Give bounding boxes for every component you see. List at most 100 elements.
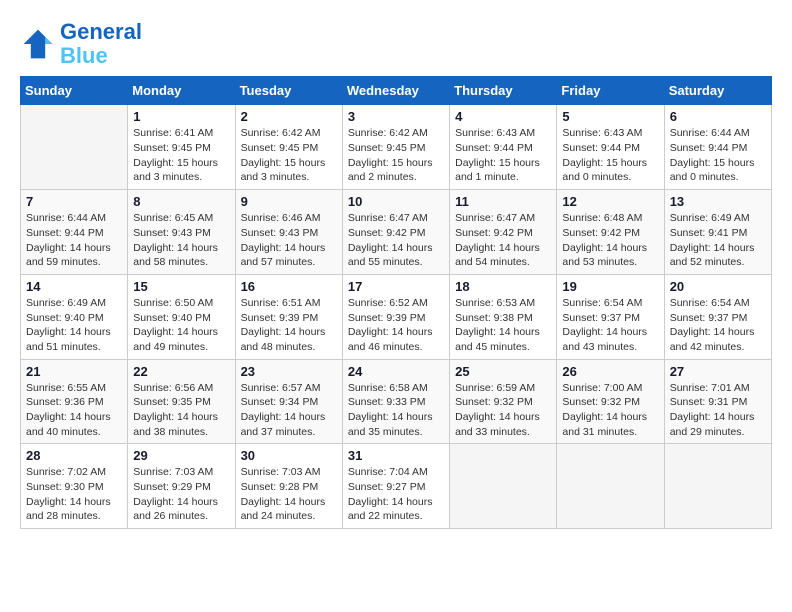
calendar-cell: 17 Sunrise: 6:52 AMSunset: 9:39 PMDayligh… — [342, 274, 449, 359]
day-number: 1 — [133, 109, 229, 124]
cell-info: Sunrise: 6:49 AMSunset: 9:41 PMDaylight:… — [670, 211, 766, 270]
cell-info: Sunrise: 7:04 AMSunset: 9:27 PMDaylight:… — [348, 465, 444, 524]
cell-info: Sunrise: 6:50 AMSunset: 9:40 PMDaylight:… — [133, 296, 229, 355]
cell-info: Sunrise: 6:43 AMSunset: 9:44 PMDaylight:… — [562, 126, 658, 185]
calendar-cell: 9Sunrise: 6:46 AMSunset: 9:43 PMDaylight… — [235, 190, 342, 275]
cell-info: Sunrise: 6:44 AMSunset: 9:44 PMDaylight:… — [26, 211, 122, 270]
calendar-cell: 21Sunrise: 6:55 AMSunset: 9:36 PMDayligh… — [21, 359, 128, 444]
page-header: General Blue — [20, 20, 772, 68]
cell-info: Sunrise: 6:56 AMSunset: 9:35 PMDaylight:… — [133, 381, 229, 440]
day-number: 3 — [348, 109, 444, 124]
calendar-cell: 24 Sunrise: 6:58 AMSunset: 9:33 PMDayligh… — [342, 359, 449, 444]
cell-info: Sunrise: 6:51 AMSunset: 9:39 PMDaylight:… — [241, 296, 337, 355]
cell-info: Sunrise: 6:49 AMSunset: 9:40 PMDaylight:… — [26, 296, 122, 355]
cell-info: Sunrise: 6:57 AMSunset: 9:34 PMDaylight:… — [241, 381, 337, 440]
column-header-thursday: Thursday — [450, 77, 557, 105]
calendar-cell: 1 Sunrise: 6:41 AMSunset: 9:45 PMDaylight… — [128, 105, 235, 190]
cell-info: Sunrise: 6:44 AMSunset: 9:44 PMDaylight:… — [670, 126, 766, 185]
cell-info: Sunrise: 7:02 AMSunset: 9:30 PMDaylight:… — [26, 465, 122, 524]
calendar-cell: 2 Sunrise: 6:42 AMSunset: 9:45 PMDaylight… — [235, 105, 342, 190]
calendar-cell: 5 Sunrise: 6:43 AMSunset: 9:44 PMDaylight… — [557, 105, 664, 190]
calendar-cell: 12 Sunrise: 6:48 AMSunset: 9:42 PMDayligh… — [557, 190, 664, 275]
calendar-cell: 28 Sunrise: 7:02 AMSunset: 9:30 PMDayligh… — [21, 444, 128, 529]
cell-info: Sunrise: 6:47 AMSunset: 9:42 PMDaylight:… — [348, 211, 444, 270]
day-number: 6 — [670, 109, 766, 124]
column-header-monday: Monday — [128, 77, 235, 105]
cell-info: Sunrise: 6:52 AMSunset: 9:39 PMDaylight:… — [348, 296, 444, 355]
column-header-saturday: Saturday — [664, 77, 771, 105]
day-number: 28 — [26, 448, 122, 463]
calendar-cell: 22 Sunrise: 6:56 AMSunset: 9:35 PMDayligh… — [128, 359, 235, 444]
cell-info: Sunrise: 6:42 AMSunset: 9:45 PMDaylight:… — [241, 126, 337, 185]
day-number: 17 — [348, 279, 444, 294]
calendar-cell: 25 Sunrise: 6:59 AMSunset: 9:32 PMDayligh… — [450, 359, 557, 444]
day-number: 27 — [670, 364, 766, 379]
calendar-cell: 10 Sunrise: 6:47 AMSunset: 9:42 PMDayligh… — [342, 190, 449, 275]
cell-info: Sunrise: 6:47 AMSunset: 9:42 PMDaylight:… — [455, 211, 551, 270]
day-number: 14 — [26, 279, 122, 294]
cell-info: Sunrise: 6:53 AMSunset: 9:38 PMDaylight:… — [455, 296, 551, 355]
day-number: 11 — [455, 194, 551, 209]
calendar-cell: 6 Sunrise: 6:44 AMSunset: 9:44 PMDaylight… — [664, 105, 771, 190]
day-number: 10 — [348, 194, 444, 209]
cell-info: Sunrise: 7:00 AMSunset: 9:32 PMDaylight:… — [562, 381, 658, 440]
calendar-cell — [21, 105, 128, 190]
calendar-week-row: 14 Sunrise: 6:49 AMSunset: 9:40 PMDayligh… — [21, 274, 772, 359]
calendar-header-row: SundayMondayTuesdayWednesdayThursdayFrid… — [21, 77, 772, 105]
calendar-week-row: 1 Sunrise: 6:41 AMSunset: 9:45 PMDaylight… — [21, 105, 772, 190]
calendar-cell: 15 Sunrise: 6:50 AMSunset: 9:40 PMDayligh… — [128, 274, 235, 359]
day-number: 26 — [562, 364, 658, 379]
day-number: 2 — [241, 109, 337, 124]
column-header-friday: Friday — [557, 77, 664, 105]
column-header-tuesday: Tuesday — [235, 77, 342, 105]
day-number: 12 — [562, 194, 658, 209]
calendar-cell: 7 Sunrise: 6:44 AMSunset: 9:44 PMDaylight… — [21, 190, 128, 275]
day-number: 22 — [133, 364, 229, 379]
day-number: 21 — [26, 364, 122, 379]
day-number: 29 — [133, 448, 229, 463]
cell-info: Sunrise: 6:48 AMSunset: 9:42 PMDaylight:… — [562, 211, 658, 270]
logo: General Blue — [20, 20, 142, 68]
calendar-cell: 26 Sunrise: 7:00 AMSunset: 9:32 PMDayligh… — [557, 359, 664, 444]
calendar-week-row: 7 Sunrise: 6:44 AMSunset: 9:44 PMDaylight… — [21, 190, 772, 275]
day-number: 9 — [241, 194, 337, 209]
calendar-cell — [450, 444, 557, 529]
day-number: 24 — [348, 364, 444, 379]
calendar-table: SundayMondayTuesdayWednesdayThursdayFrid… — [20, 76, 772, 529]
calendar-cell: 13 Sunrise: 6:49 AMSunset: 9:41 PMDayligh… — [664, 190, 771, 275]
calendar-cell: 29 Sunrise: 7:03 AMSunset: 9:29 PMDayligh… — [128, 444, 235, 529]
day-number: 7 — [26, 194, 122, 209]
cell-info: Sunrise: 6:42 AMSunset: 9:45 PMDaylight:… — [348, 126, 444, 185]
calendar-cell: 19 Sunrise: 6:54 AMSunset: 9:37 PMDayligh… — [557, 274, 664, 359]
cell-info: Sunrise: 6:58 AMSunset: 9:33 PMDaylight:… — [348, 381, 444, 440]
calendar-cell: 30Sunrise: 7:03 AMSunset: 9:28 PMDayligh… — [235, 444, 342, 529]
calendar-cell: 14 Sunrise: 6:49 AMSunset: 9:40 PMDayligh… — [21, 274, 128, 359]
cell-info: Sunrise: 6:45 AMSunset: 9:43 PMDaylight:… — [133, 211, 229, 270]
cell-info: Sunrise: 6:41 AMSunset: 9:45 PMDaylight:… — [133, 126, 229, 185]
day-number: 15 — [133, 279, 229, 294]
cell-info: Sunrise: 7:03 AMSunset: 9:28 PMDaylight:… — [241, 465, 337, 524]
day-number: 31 — [348, 448, 444, 463]
calendar-cell: 20 Sunrise: 6:54 AMSunset: 9:37 PMDayligh… — [664, 274, 771, 359]
calendar-week-row: 21Sunrise: 6:55 AMSunset: 9:36 PMDayligh… — [21, 359, 772, 444]
calendar-cell: 23Sunrise: 6:57 AMSunset: 9:34 PMDayligh… — [235, 359, 342, 444]
day-number: 16 — [241, 279, 337, 294]
calendar-week-row: 28 Sunrise: 7:02 AMSunset: 9:30 PMDayligh… — [21, 444, 772, 529]
cell-info: Sunrise: 6:43 AMSunset: 9:44 PMDaylight:… — [455, 126, 551, 185]
calendar-cell: 4Sunrise: 6:43 AMSunset: 9:44 PMDaylight… — [450, 105, 557, 190]
cell-info: Sunrise: 6:54 AMSunset: 9:37 PMDaylight:… — [670, 296, 766, 355]
day-number: 5 — [562, 109, 658, 124]
day-number: 8 — [133, 194, 229, 209]
day-number: 19 — [562, 279, 658, 294]
cell-info: Sunrise: 6:54 AMSunset: 9:37 PMDaylight:… — [562, 296, 658, 355]
column-header-sunday: Sunday — [21, 77, 128, 105]
calendar-cell: 16 Sunrise: 6:51 AMSunset: 9:39 PMDayligh… — [235, 274, 342, 359]
day-number: 25 — [455, 364, 551, 379]
cell-info: Sunrise: 7:03 AMSunset: 9:29 PMDaylight:… — [133, 465, 229, 524]
calendar-cell: 11 Sunrise: 6:47 AMSunset: 9:42 PMDayligh… — [450, 190, 557, 275]
cell-info: Sunrise: 6:59 AMSunset: 9:32 PMDaylight:… — [455, 381, 551, 440]
column-header-wednesday: Wednesday — [342, 77, 449, 105]
calendar-cell: 27Sunrise: 7:01 AMSunset: 9:31 PMDayligh… — [664, 359, 771, 444]
day-number: 20 — [670, 279, 766, 294]
day-number: 13 — [670, 194, 766, 209]
